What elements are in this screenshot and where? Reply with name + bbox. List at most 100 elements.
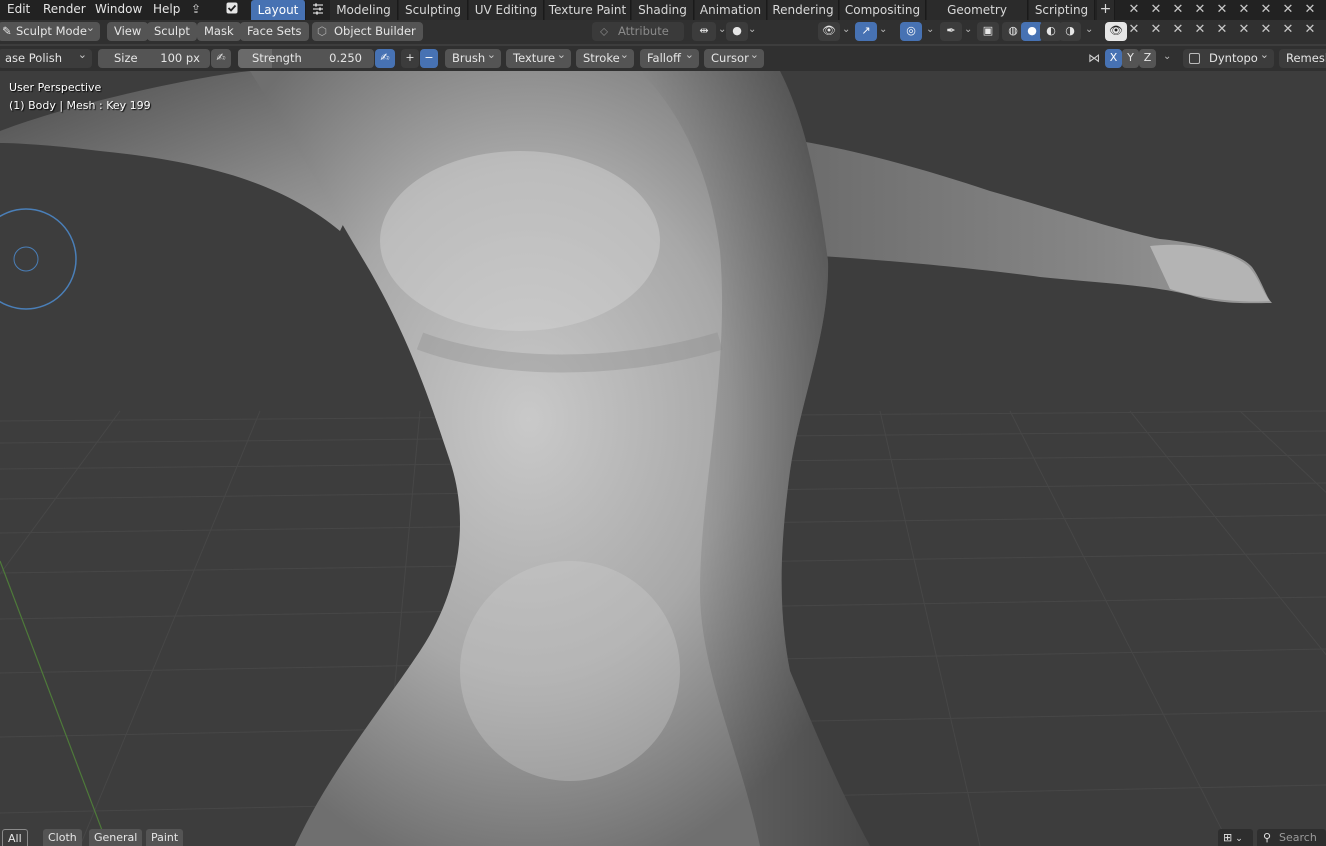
brush-menu[interactable]: Brush: [445, 46, 501, 68]
face-sets-menu[interactable]: Face Sets: [240, 22, 309, 41]
mask-menu[interactable]: Mask: [197, 22, 241, 41]
chevron-down-icon[interactable]: ⌄: [1085, 24, 1093, 35]
bottom-tab-cloth[interactable]: Cloth: [43, 829, 82, 846]
pressure-size-icon[interactable]: ✍: [211, 49, 231, 68]
placeholder-icon: ✕: [1282, 22, 1294, 37]
visibility-eye-icon[interactable]: 👁: [818, 22, 840, 41]
menu-help[interactable]: Help: [153, 0, 180, 20]
tab-compositing[interactable]: Compositing: [840, 0, 926, 20]
mode-label: Sculpt Mode: [16, 24, 87, 38]
remesh-menu[interactable]: Remesh: [1279, 49, 1326, 68]
chevron-down-icon[interactable]: ⌄: [926, 24, 934, 35]
tab-modeling[interactable]: Modeling: [330, 0, 398, 20]
placeholder-icon: ✕: [1260, 22, 1272, 37]
search-input[interactable]: ⚲ Search: [1257, 829, 1326, 846]
butterfly-symmetry-icon: ⋈: [1088, 51, 1100, 65]
chevron-down-icon[interactable]: ⌄: [879, 24, 887, 35]
bottom-tab-all[interactable]: All: [2, 829, 28, 846]
strength-value: 0.250: [329, 51, 362, 65]
attribute-button[interactable]: ⬦ Attribute: [592, 22, 684, 41]
placeholder-icon: ✕: [1194, 22, 1206, 37]
texture-menu[interactable]: Texture: [506, 46, 571, 68]
chevron-down-icon: ⌄: [1235, 834, 1243, 844]
symmetry-icon[interactable]: ⇹: [692, 22, 716, 41]
dyntopo-toggle[interactable]: Dyntopo: [1183, 46, 1274, 68]
view-menu[interactable]: View: [107, 22, 149, 41]
tab-scripting[interactable]: Scripting: [1029, 0, 1095, 20]
brush-selector[interactable]: ase Polish: [0, 46, 92, 68]
y-axis-line: [0, 560, 109, 846]
layout-grid-button[interactable]: ⊞ ⌄: [1218, 829, 1253, 846]
placeholder-icon: ✕: [1260, 2, 1272, 17]
xray-icon[interactable]: ▣: [977, 22, 999, 41]
tab-geometry-nodes[interactable]: Geometry Nodes: [927, 0, 1028, 37]
size-label: Size: [114, 51, 138, 65]
upload-icon[interactable]: ⇪: [188, 1, 204, 17]
size-value: 100 px: [160, 51, 200, 65]
menu-render[interactable]: Render: [43, 0, 86, 20]
viewport-scene: [0, 71, 1326, 846]
tab-animation[interactable]: Animation: [695, 0, 767, 20]
placeholder-icon: ✕: [1128, 22, 1140, 37]
strength-slider[interactable]: Strength 0.250: [238, 49, 374, 68]
object-info-label: (1) Body | Mesh : Key 199: [9, 99, 151, 112]
placeholder-icon: ✕: [1150, 22, 1162, 37]
overlay-icon[interactable]: ◎: [900, 22, 922, 41]
abdomen-highlight: [460, 561, 680, 781]
placeholder-icon: ✕: [1128, 2, 1140, 17]
menu-edit[interactable]: Edit: [7, 0, 30, 20]
sculpt-menu[interactable]: Sculpt: [147, 22, 197, 41]
tab-uv-editing[interactable]: UV Editing: [469, 0, 544, 20]
viewport-header: ✎ Sculpt Mode View Sculpt Mask Face Sets…: [0, 19, 1326, 44]
gizmo-icon[interactable]: ↗: [855, 22, 877, 41]
search-icon: ⚲: [1263, 831, 1272, 844]
falloff-menu[interactable]: Falloff: [640, 46, 699, 68]
placeholder-icon: ✕: [1150, 2, 1162, 17]
chevron-down-icon[interactable]: ⌄: [1163, 51, 1171, 62]
placeholder-icon: ✕: [1216, 2, 1228, 17]
tab-texture-paint[interactable]: Texture Paint: [545, 0, 631, 20]
checkbox-icon[interactable]: [224, 2, 240, 18]
tab-rendering[interactable]: Rendering: [768, 0, 839, 20]
brush-cursor: [0, 208, 77, 310]
axis-y-toggle[interactable]: Y: [1122, 49, 1139, 68]
bottom-tab-paint[interactable]: Paint: [146, 829, 184, 846]
bottom-tab-general[interactable]: General: [89, 829, 143, 846]
subtract-direction-button[interactable]: −: [420, 49, 438, 68]
tab-shading[interactable]: Shading: [632, 0, 694, 20]
top-bar: Edit Render Window Help ⇪ Layout Modelin…: [0, 0, 1326, 37]
object-builder-button[interactable]: ⬡ Object Builder: [312, 22, 423, 41]
axis-x-toggle[interactable]: X: [1105, 49, 1122, 68]
eye-icon[interactable]: 👁: [1105, 22, 1127, 41]
cursor-menu[interactable]: Cursor: [704, 46, 764, 68]
mode-selector[interactable]: ✎ Sculpt Mode: [0, 19, 100, 41]
menu-window[interactable]: Window: [95, 0, 142, 20]
chevron-down-icon[interactable]: ⌄: [964, 24, 972, 35]
add-direction-button[interactable]: +: [401, 49, 419, 68]
grid-icon: ⊞: [1223, 831, 1233, 844]
3d-viewport[interactable]: User Perspective (1) Body | Mesh : Key 1…: [0, 71, 1326, 846]
stroke-menu[interactable]: Stroke: [576, 46, 634, 68]
add-workspace-button[interactable]: +: [1097, 0, 1115, 20]
placeholder-icon: ✕: [1238, 2, 1250, 17]
placeholder-icon: ✕: [1172, 2, 1184, 17]
dyntopo-checkbox[interactable]: [1189, 53, 1200, 64]
dyntopo-label: Dyntopo: [1209, 51, 1258, 65]
placeholder-icon: ✕: [1172, 22, 1184, 37]
axis-z-toggle[interactable]: Z: [1139, 49, 1156, 68]
pressure-strength-icon[interactable]: ✍: [375, 49, 395, 68]
pivot-icon[interactable]: ●: [726, 22, 748, 41]
tab-layout[interactable]: Layout: [251, 0, 306, 20]
eyedropper-icon[interactable]: ✒: [940, 22, 962, 41]
size-field[interactable]: Size 100 px: [98, 49, 210, 68]
tab-sculpting[interactable]: Sculpting: [399, 0, 468, 20]
chest-highlight: [380, 151, 660, 331]
rendered-shading-icon[interactable]: ◑: [1059, 22, 1081, 41]
chevron-down-icon[interactable]: ⌄: [748, 24, 756, 35]
placeholder-icon: ✕: [1304, 2, 1316, 17]
placeholder-icon: ✕: [1304, 22, 1316, 37]
placeholder-icon: ✕: [1238, 22, 1250, 37]
chevron-down-icon[interactable]: ⌄: [842, 24, 850, 35]
cube-icon: ⬡: [317, 24, 328, 38]
sliders-icon[interactable]: [310, 2, 326, 18]
